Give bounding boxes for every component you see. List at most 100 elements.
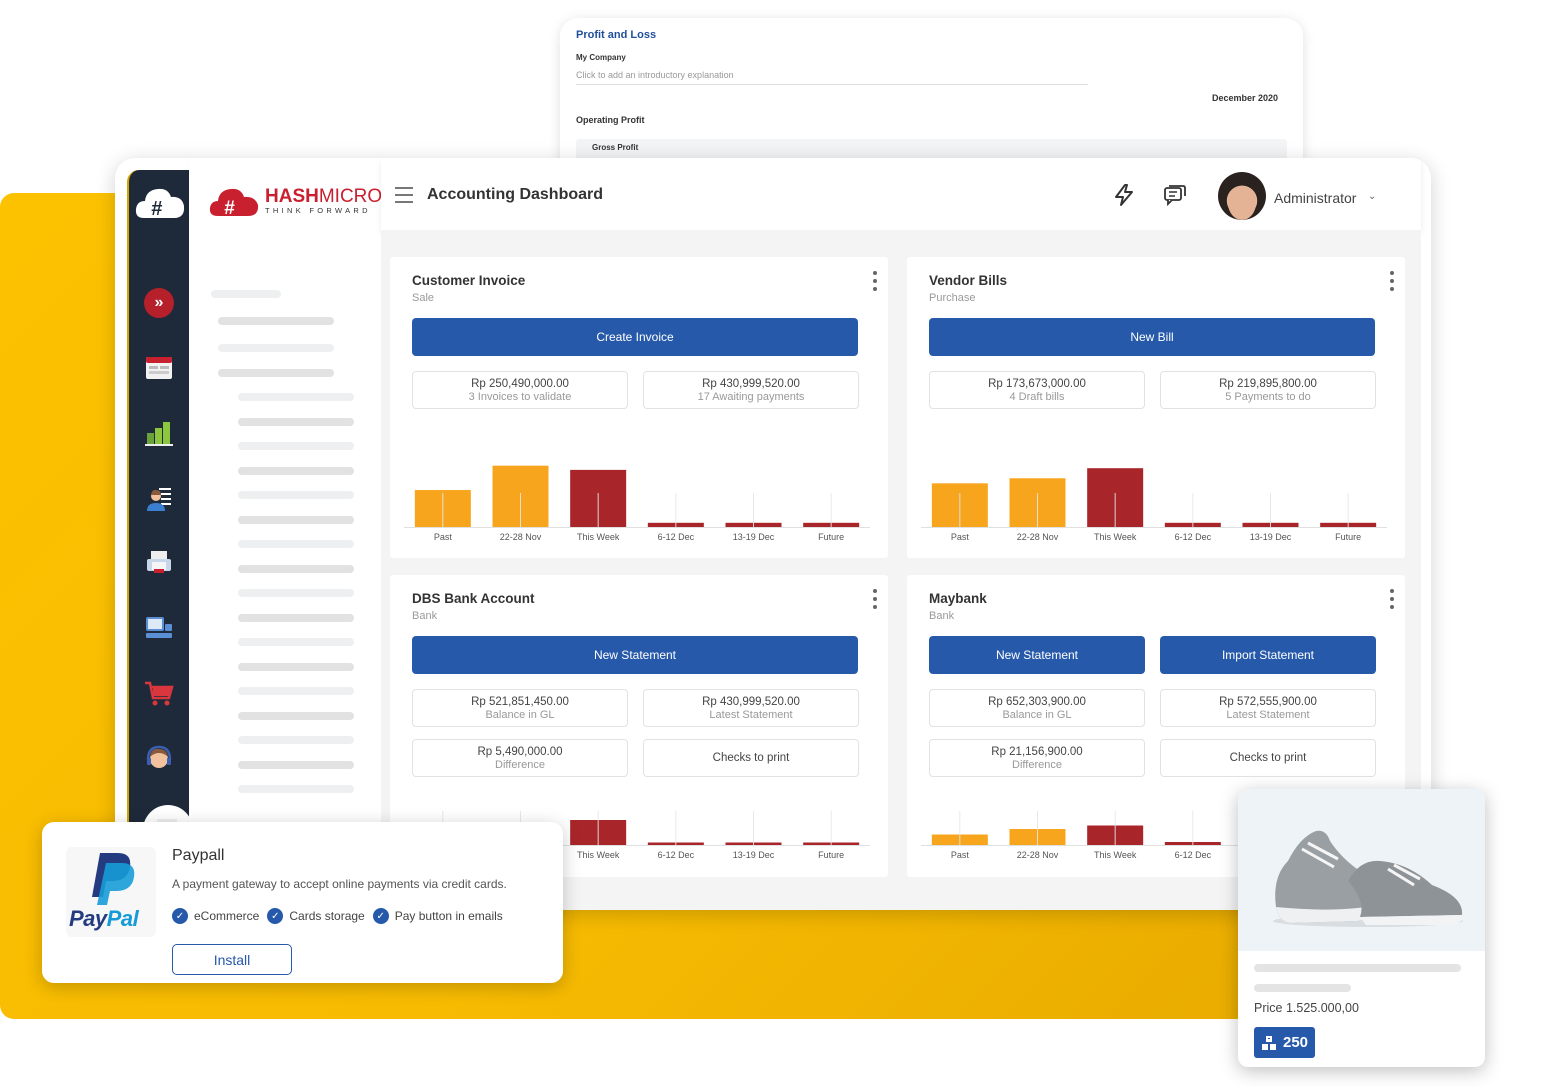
submenu-skeleton[interactable] xyxy=(238,393,354,401)
stat-difference[interactable]: Rp 5,490,000.00 Difference xyxy=(412,739,628,777)
vendor-bills-chart: Past 22-28 Nov This Week 6-12 Dec 13-19 Dec F… xyxy=(921,468,1387,542)
submenu-skeleton[interactable] xyxy=(238,711,354,720)
more-options-icon[interactable] xyxy=(871,589,879,609)
check-circle-icon: ✓ xyxy=(172,908,188,924)
submenu-skeleton[interactable] xyxy=(238,613,354,622)
submenu-skeleton[interactable] xyxy=(238,491,354,499)
report-intro-field[interactable]: Click to add an introductory explanation xyxy=(576,70,1088,85)
chart-tick-label: 6-12 Dec xyxy=(658,532,695,542)
submenu-skeleton[interactable] xyxy=(238,736,354,744)
user-name[interactable]: Administrator xyxy=(1274,190,1356,206)
stat-difference[interactable]: Rp 21,156,900.00 Difference xyxy=(929,739,1145,777)
report-company: My Company xyxy=(576,53,626,62)
stat-draft-bills[interactable]: Rp 173,673,000.00 4 Draft bills xyxy=(929,371,1145,409)
stat-invoices-to-validate[interactable]: Rp 250,490,000.00 3 Invoices to validate xyxy=(412,371,628,409)
rail-item-calendar[interactable] xyxy=(141,350,177,386)
lightning-icon[interactable] xyxy=(1112,183,1136,207)
rail-item-reports[interactable] xyxy=(141,415,177,451)
submenu-skeleton[interactable] xyxy=(238,442,354,450)
submenu-skeleton[interactable] xyxy=(238,589,354,597)
report-row-label: Gross Profit xyxy=(592,143,639,152)
rail-item-employees[interactable] xyxy=(141,480,177,516)
rail-item-pos[interactable] xyxy=(141,610,177,646)
rail-item-printer[interactable] xyxy=(141,545,177,581)
icon-rail: # » xyxy=(127,170,193,860)
chart-tick-label: Future xyxy=(818,850,844,860)
paypal-features: ✓ eCommerce ✓ Cards storage ✓ Pay button in… xyxy=(172,908,503,924)
printer-icon xyxy=(147,551,171,573)
rail-item-support[interactable] xyxy=(141,740,177,776)
card-customer-invoice: Customer Invoice Sale Create Invoice Rp … xyxy=(390,257,888,558)
submenu-skeleton[interactable] xyxy=(238,564,354,573)
menu-skeleton[interactable] xyxy=(218,344,334,352)
new-statement-button[interactable]: New Statement xyxy=(412,636,858,674)
stock-count: 250 xyxy=(1282,1034,1309,1051)
submenu-skeleton[interactable] xyxy=(238,515,354,524)
chart-tick-label: 22-28 Nov xyxy=(500,532,542,542)
feature-ecommerce: ✓ eCommerce xyxy=(172,908,259,924)
hashmicro-logo-icon: # xyxy=(209,188,259,218)
checks-to-print-button[interactable]: Checks to print xyxy=(1160,739,1376,777)
check-circle-icon: ✓ xyxy=(372,908,389,924)
svg-text:#: # xyxy=(224,198,235,218)
create-invoice-button[interactable]: Create Invoice xyxy=(412,318,858,356)
more-options-icon[interactable] xyxy=(1388,589,1396,609)
new-bill-button[interactable]: New Bill xyxy=(929,318,1375,356)
pos-terminal-icon xyxy=(146,617,172,638)
submenu-skeleton[interactable] xyxy=(238,687,354,695)
chart-tick-label: 6-12 Dec xyxy=(658,850,695,860)
submenu-skeleton[interactable] xyxy=(238,638,354,646)
product-price: Price 1.525.000,00 xyxy=(1254,1001,1359,1015)
more-options-icon[interactable] xyxy=(871,271,879,291)
stat-payments-to-do[interactable]: Rp 219,895,800.00 5 Payments to do xyxy=(1160,371,1376,409)
submenu-skeleton[interactable] xyxy=(238,662,354,671)
menu-skeleton[interactable] xyxy=(218,369,334,377)
stat-amount: Rp 5,490,000.00 xyxy=(477,745,563,758)
checks-label: Checks to print xyxy=(712,752,790,764)
brand-logo[interactable]: # HASHMICRO THINK FORWARD xyxy=(209,184,382,218)
card-title: Customer Invoice xyxy=(412,273,526,288)
card-title: Vendor Bills xyxy=(929,273,1008,288)
stat-balance-in-gl[interactable]: Rp 652,303,900.00 Balance in GL xyxy=(929,689,1145,727)
submenu-skeleton[interactable] xyxy=(238,540,354,548)
submenu-skeleton[interactable] xyxy=(238,417,354,426)
product-card[interactable]: Price 1.525.000,00 250 xyxy=(1238,789,1485,1067)
install-button[interactable]: Install xyxy=(172,944,292,975)
stat-amount: Rp 430,999,520.00 xyxy=(702,377,800,390)
chart-tick-label: This Week xyxy=(1094,850,1137,860)
stat-amount: Rp 21,156,900.00 xyxy=(991,745,1083,758)
chat-icon[interactable] xyxy=(1163,183,1187,207)
menu-skeleton[interactable] xyxy=(211,290,281,298)
side-menu: # HASHMICRO THINK FORWARD xyxy=(189,158,382,910)
chart-tick-label: 13-19 Dec xyxy=(1250,532,1292,542)
submenu-skeleton[interactable] xyxy=(238,466,354,475)
hamburger-menu-icon[interactable] xyxy=(395,187,413,203)
new-statement-button[interactable]: New Statement xyxy=(929,636,1145,674)
stat-label: Latest Statement xyxy=(1226,708,1310,721)
chart-tick-label: 6-12 Dec xyxy=(1175,532,1212,542)
paypal-description: A payment gateway to accept online payme… xyxy=(172,877,507,891)
user-avatar[interactable] xyxy=(1218,172,1266,220)
stat-awaiting-payments[interactable]: Rp 430,999,520.00 17 Awaiting payments xyxy=(643,371,859,409)
hashmicro-cloud-logo-icon[interactable]: # xyxy=(134,182,186,222)
report-title: Profit and Loss xyxy=(576,29,657,41)
checks-to-print-button[interactable]: Checks to print xyxy=(643,739,859,777)
chart-tick-label: 6-12 Dec xyxy=(1175,850,1212,860)
paypal-title: Paypall xyxy=(172,847,225,864)
product-desc-skeleton xyxy=(1254,984,1351,992)
chart-tick-label: 13-19 Dec xyxy=(733,850,775,860)
import-statement-button[interactable]: Import Statement xyxy=(1160,636,1376,674)
stat-balance-in-gl[interactable]: Rp 521,851,450.00 Balance in GL xyxy=(412,689,628,727)
paypal-word-pal: Pal xyxy=(106,906,139,931)
rail-expand-button[interactable]: » xyxy=(141,285,177,321)
stat-latest-statement[interactable]: Rp 430,999,520.00 Latest Statement xyxy=(643,689,859,727)
paypal-app-card: PayPal Paypall A payment gateway to acce… xyxy=(42,822,563,983)
stat-latest-statement[interactable]: Rp 572,555,900.00 Latest Statement xyxy=(1160,689,1376,727)
submenu-skeleton[interactable] xyxy=(238,760,354,769)
submenu-skeleton[interactable] xyxy=(238,785,354,793)
chevron-down-icon[interactable]: ⌄ xyxy=(1368,191,1376,202)
menu-skeleton[interactable] xyxy=(218,317,334,325)
chart-tick-label: Future xyxy=(1335,532,1361,542)
rail-item-cart[interactable] xyxy=(141,675,177,711)
more-options-icon[interactable] xyxy=(1388,271,1396,291)
